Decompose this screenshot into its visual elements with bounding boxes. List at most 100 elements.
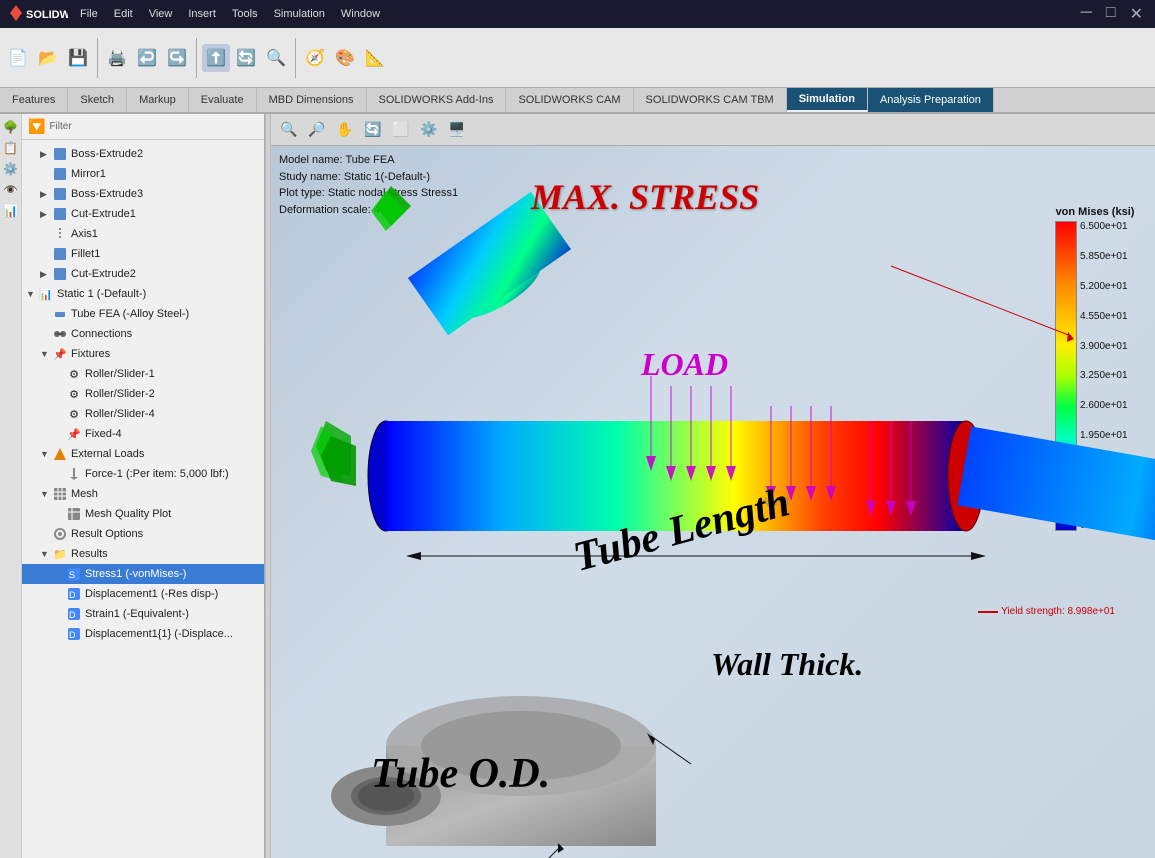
config-icon[interactable]: ⚙️ xyxy=(2,160,20,178)
menu-file[interactable]: File xyxy=(80,8,98,20)
tree-item-axis1[interactable]: Axis1 xyxy=(22,224,264,244)
tree-item-label-roller-slider-2: Roller/Slider-2 xyxy=(85,388,155,400)
deformation-label: Deformation scale: 4 xyxy=(279,202,458,219)
new-button[interactable]: 📄 xyxy=(4,44,32,72)
model-info-panel: Model name: Tube FEA Study name: Static … xyxy=(279,152,458,218)
measure-button[interactable]: 📐 xyxy=(361,44,389,72)
tree-item-fixed-4[interactable]: 📌Fixed-4 xyxy=(22,424,264,444)
sim-icon[interactable]: 📊 xyxy=(2,202,20,220)
scale-value-10: 0.000e+00 xyxy=(1080,520,1135,531)
menu-insert[interactable]: Insert xyxy=(188,8,216,20)
tab-features[interactable]: Features xyxy=(0,88,68,112)
tree-item-stress1[interactable]: SStress1 (-vonMises-) xyxy=(22,564,264,584)
view-fit-icon[interactable]: ⬜ xyxy=(389,118,413,142)
tree-item-strain1[interactable]: DStrain1 (-Equivalent-) xyxy=(22,604,264,624)
print-button[interactable]: 🖨️ xyxy=(103,44,131,72)
tab-simulation[interactable]: Simulation xyxy=(787,88,868,112)
tree-item-fixtures[interactable]: 📌Fixtures xyxy=(22,344,264,364)
maximize-button[interactable]: □ xyxy=(1102,4,1120,24)
tree-item-roller-slider-4[interactable]: ⚙Roller/Slider-4 xyxy=(22,404,264,424)
menu-view[interactable]: View xyxy=(149,8,173,20)
tube-length-annotation: Tube Length xyxy=(569,478,795,582)
display-icon[interactable]: 👁️ xyxy=(2,181,20,199)
tree-item-connections[interactable]: Connections xyxy=(22,324,264,344)
minimize-button[interactable]: ─ xyxy=(1077,4,1096,24)
yield-label: Yield strength: 8.998e+01 xyxy=(1001,606,1115,617)
tree-item-boss-extrude3[interactable]: Boss-Extrude3 xyxy=(22,184,264,204)
tab-cam[interactable]: SOLIDWORKS CAM xyxy=(506,88,633,112)
toolbar-sep-1 xyxy=(97,38,98,78)
undo-button[interactable]: ↩️ xyxy=(133,44,161,72)
feature-tree-icon[interactable]: 🌳 xyxy=(2,118,20,136)
tree-item-fillet1[interactable]: Fillet1 xyxy=(22,244,264,264)
scale-value-0: 6.500e+01 xyxy=(1080,221,1135,232)
yield-arrow xyxy=(978,611,998,613)
model-name-label: Model name: Tube FEA xyxy=(279,152,458,169)
load-annotation: LOAD xyxy=(641,346,728,383)
tree-item-label-displacement1: Displacement1 (-Res disp-) xyxy=(85,588,218,600)
view-rotate-icon[interactable]: 🔄 xyxy=(361,118,385,142)
save-button[interactable]: 💾 xyxy=(64,44,92,72)
scale-rows: 6.500e+015.850e+015.200e+014.550e+013.90… xyxy=(1055,221,1135,531)
tree-item-mirror1[interactable]: Mirror1 xyxy=(22,164,264,184)
tab-cam-tbm[interactable]: SOLIDWORKS CAM TBM xyxy=(634,88,787,112)
tree-item-roller-slider-2[interactable]: ⚙Roller/Slider-2 xyxy=(22,384,264,404)
tree-item-results[interactable]: 📁Results xyxy=(22,544,264,564)
3d-viewport[interactable]: Axis1 MAX. STRESS LOAD Tube Length Wall … xyxy=(271,146,1155,858)
svg-text:SOLIDWORKS: SOLIDWORKS xyxy=(26,9,68,21)
select-button[interactable]: ⬆️ xyxy=(202,44,230,72)
tab-bar: Features Sketch Markup Evaluate MBD Dime… xyxy=(0,88,1155,114)
menu-tools[interactable]: Tools xyxy=(232,8,258,20)
tree-item-force1[interactable]: Force-1 (:Per item: 5,000 lbf:) xyxy=(22,464,264,484)
view-pan-icon[interactable]: ✋ xyxy=(333,118,357,142)
menu-simulation[interactable]: Simulation xyxy=(274,8,325,20)
rotate-button[interactable]: 🔄 xyxy=(232,44,260,72)
feature-tree[interactable]: Boss-Extrude2Mirror1Boss-Extrude3Cut-Ext… xyxy=(22,140,264,858)
main-toolbar: 📄 📂 💾 🖨️ ↩️ ↪️ ⬆️ 🔄 🔍 🧭 🎨 📐 xyxy=(0,28,1155,88)
open-button[interactable]: 📂 xyxy=(34,44,62,72)
title-bar: SOLIDWORKS File Edit View Insert Tools S… xyxy=(0,0,1155,28)
tree-item-cut-extrude1[interactable]: Cut-Extrude1 xyxy=(22,204,264,224)
redo-button[interactable]: ↪️ xyxy=(163,44,191,72)
tree-item-label-stress1: Stress1 (-vonMises-) xyxy=(85,568,186,580)
tree-item-displacement1[interactable]: DDisplacement1 (-Res disp-) xyxy=(22,584,264,604)
tab-evaluate[interactable]: Evaluate xyxy=(189,88,257,112)
view-settings-icon[interactable]: ⚙️ xyxy=(417,118,441,142)
view-display-icon[interactable]: 🖥️ xyxy=(445,118,469,142)
scale-value-6: 2.600e+01 xyxy=(1080,400,1135,411)
tree-item-mesh-quality-plot[interactable]: Mesh Quality Plot xyxy=(22,504,264,524)
close-button[interactable]: ✕ xyxy=(1126,4,1147,24)
tree-item-label-axis1: Axis1 xyxy=(71,228,98,240)
property-icon[interactable]: 📋 xyxy=(2,139,20,157)
tree-item-roller-slider-1[interactable]: ⚙Roller/Slider-1 xyxy=(22,364,264,384)
tree-item-static1[interactable]: 📊Static 1 (-Default-) xyxy=(22,284,264,304)
tree-item-result-options[interactable]: Result Options xyxy=(22,524,264,544)
tab-addins[interactable]: SOLIDWORKS Add-Ins xyxy=(367,88,507,112)
tree-item-cut-extrude2[interactable]: Cut-Extrude2 xyxy=(22,264,264,284)
menu-window[interactable]: Window xyxy=(341,8,380,20)
viewport-toolbar: 🔍 🔎 ✋ 🔄 ⬜ ⚙️ 🖥️ xyxy=(271,114,1155,146)
view-search-icon[interactable]: 🔍 xyxy=(277,118,301,142)
tree-item-external-loads[interactable]: External Loads xyxy=(22,444,264,464)
menu-edit[interactable]: Edit xyxy=(114,8,133,20)
tab-markup[interactable]: Markup xyxy=(127,88,189,112)
tree-item-mesh[interactable]: Mesh xyxy=(22,484,264,504)
tree-item-boss-extrude2[interactable]: Boss-Extrude2 xyxy=(22,144,264,164)
tree-item-label-strain1: Strain1 (-Equivalent-) xyxy=(85,608,189,620)
tab-sketch[interactable]: Sketch xyxy=(68,88,127,112)
tree-item-tube-fea[interactable]: Tube FEA (-Alloy Steel-) xyxy=(22,304,264,324)
sw-logo: SOLIDWORKS xyxy=(8,3,68,26)
tree-item-label-mirror1: Mirror1 xyxy=(71,168,106,180)
zoom-button[interactable]: 🔍 xyxy=(262,44,290,72)
left-panel: 🌳 📋 ⚙️ 👁️ 📊 🔽 Filter Boss-Extrude2Mirror… xyxy=(0,114,265,858)
tree-item-label-roller-slider-1: Roller/Slider-1 xyxy=(85,368,155,380)
tab-analysis-prep[interactable]: Analysis Preparation xyxy=(868,88,994,112)
render-button[interactable]: 🎨 xyxy=(331,44,359,72)
view-orient-button[interactable]: 🧭 xyxy=(301,44,329,72)
tree-item-displacement1-1[interactable]: DDisplacement1{1} (-Displace... xyxy=(22,624,264,644)
tab-mbd[interactable]: MBD Dimensions xyxy=(257,88,367,112)
filter-icon[interactable]: 🔽 xyxy=(28,118,45,135)
tube-od-annotation: Tube O.D. xyxy=(371,750,550,798)
view-zoom-icon[interactable]: 🔎 xyxy=(305,118,329,142)
tree-item-label-mesh-quality-plot: Mesh Quality Plot xyxy=(85,508,171,520)
